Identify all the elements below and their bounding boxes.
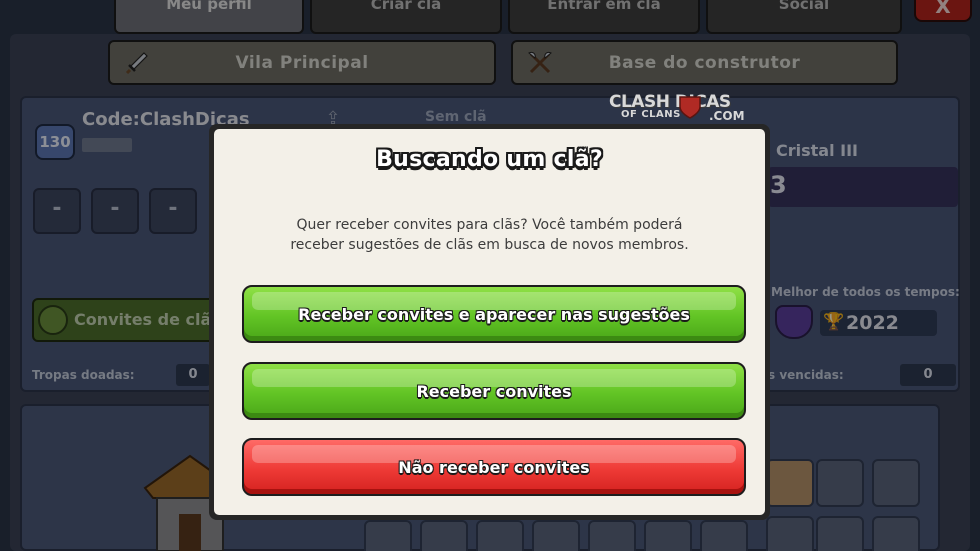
- button-label: Não receber convites: [398, 457, 590, 477]
- button-label: Receber convites: [416, 381, 572, 401]
- decline-invites-button[interactable]: Não receber convites: [242, 438, 746, 496]
- dialog-message-line: receber sugestões de clãs em busca de no…: [290, 237, 689, 253]
- clan-search-dialog: Buscando um clã? Quer receber convites p…: [209, 124, 770, 520]
- logo-subtext: OF CLANS: [621, 109, 681, 120]
- dialog-body: Buscando um clã? Quer receber convites p…: [214, 129, 765, 515]
- shield-icon: [679, 96, 701, 119]
- dialog-message-line: Quer receber convites para clãs? Você ta…: [296, 217, 683, 233]
- dialog-message: Quer receber convites para clãs? Você ta…: [244, 215, 735, 255]
- receive-invites-and-suggestions-button[interactable]: Receber convites e aparecer nas sugestõe…: [242, 285, 746, 343]
- receive-invites-button[interactable]: Receber convites: [242, 362, 746, 420]
- logo-domain: .COM: [709, 109, 745, 123]
- button-label: Receber convites e aparecer nas sugestõe…: [298, 304, 690, 324]
- dialog-title: Buscando um clã?: [376, 147, 603, 172]
